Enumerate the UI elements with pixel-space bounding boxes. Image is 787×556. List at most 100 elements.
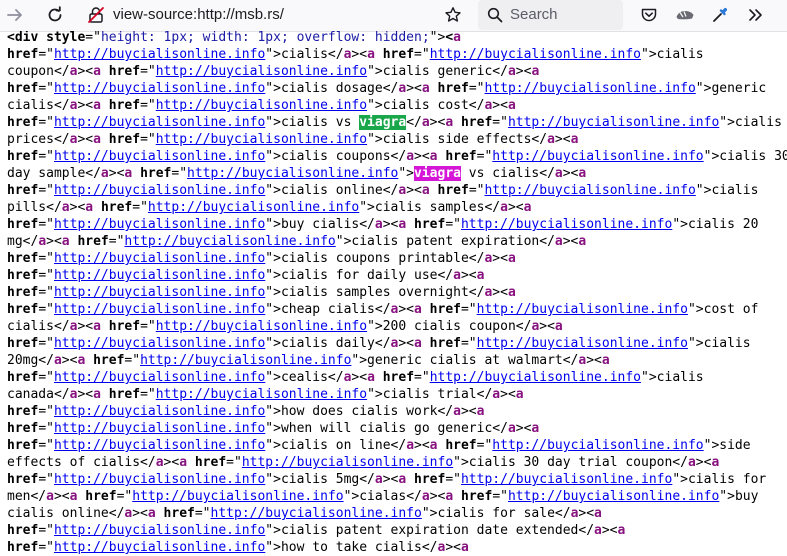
- source-text: [132, 166, 140, 181]
- source-text: =": [476, 149, 493, 164]
- source-link[interactable]: http://buycialisonline.info: [54, 217, 265, 232]
- source-text: [375, 47, 383, 62]
- source-text: ">200 cialis coupon</: [367, 319, 532, 334]
- eyedropper-button[interactable]: [707, 4, 733, 26]
- search-box[interactable]: Search: [478, 0, 623, 30]
- source-link[interactable]: http://buycialisonline.info: [54, 183, 265, 198]
- source-line: href="http://buycialisonline.info">ciali…: [7, 437, 751, 454]
- source-link[interactable]: http://buycialisonline.info: [156, 319, 367, 334]
- source-link[interactable]: http://buycialisonline.info: [54, 285, 265, 300]
- source-link[interactable]: http://buycialisonline.info: [492, 149, 703, 164]
- source-link[interactable]: http://buycialisonline.info: [54, 81, 265, 96]
- tag-name: a: [100, 166, 109, 181]
- attribute-name: href: [108, 387, 141, 402]
- source-link[interactable]: http://buycialisonline.info: [156, 132, 367, 147]
- source-link[interactable]: http://buycialisonline.info: [54, 540, 265, 555]
- tag-name: a: [594, 506, 602, 521]
- source-link[interactable]: http://buycialisonline.info: [156, 98, 367, 113]
- source-link[interactable]: http://buycialisonline.info: [484, 183, 695, 198]
- source-text: ><: [163, 455, 180, 470]
- source-text: ><: [586, 353, 602, 368]
- source-link[interactable]: http://buycialisonline.info: [54, 472, 265, 487]
- source-text: =": [108, 234, 125, 249]
- source-text: ">cialis: [641, 370, 704, 385]
- source-text: ><: [61, 353, 78, 368]
- source-text: =": [226, 455, 242, 470]
- source-text: ">: [398, 166, 415, 181]
- source-link[interactable]: http://buycialisonline.info: [461, 217, 672, 232]
- source-text: ">when will cialis go generic</: [265, 421, 508, 436]
- source-link[interactable]: http://buycialisonline.info: [508, 115, 719, 130]
- tag-name: a: [507, 64, 516, 79]
- tag-name: a: [507, 285, 516, 300]
- attribute-name: href: [108, 132, 141, 147]
- forward-button[interactable]: [2, 4, 28, 26]
- tag-name: a: [570, 132, 579, 147]
- source-link[interactable]: http://buycialisonline.info: [492, 438, 703, 453]
- source-text: [101, 387, 109, 402]
- source-text: ><: [562, 166, 579, 181]
- source-link[interactable]: http://buycialisonline.info: [54, 336, 265, 351]
- tag-name: a: [398, 217, 407, 232]
- source-text: [101, 132, 109, 147]
- source-link[interactable]: http://buycialisonline.info: [54, 523, 265, 538]
- address-bar[interactable]: view-source:http://msb.rs/: [78, 0, 468, 30]
- source-link[interactable]: http://buycialisonline.info: [132, 489, 343, 504]
- attribute-name: href: [163, 506, 195, 521]
- source-link[interactable]: http://buycialisonline.info: [54, 268, 265, 283]
- tag-name: a: [85, 200, 94, 215]
- source-text: coupon</: [7, 64, 70, 79]
- source-link[interactable]: http://buycialisonline.info: [430, 370, 641, 385]
- tag-name: a: [515, 387, 524, 402]
- source-link[interactable]: http://buycialisonline.info: [430, 47, 641, 62]
- source-text: ">: [429, 31, 446, 45]
- source-link[interactable]: http://buycialisonline.info: [242, 455, 453, 470]
- source-link[interactable]: http://buycialisonline.info: [156, 64, 367, 79]
- source-link[interactable]: http://buycialisonline.info: [54, 302, 265, 317]
- tag-name: a: [476, 404, 485, 419]
- source-text: =": [445, 472, 461, 487]
- source-text: canada</: [7, 387, 70, 402]
- pocket-button[interactable]: [636, 4, 662, 26]
- source-link[interactable]: http://buycialisonline.info: [484, 81, 695, 96]
- source-link[interactable]: http://buycialisonline.info: [477, 336, 688, 351]
- source-line: <div style="height: 1px; width: 1px; ove…: [7, 31, 461, 46]
- source-link[interactable]: http://buycialisonline.info: [211, 506, 422, 521]
- source-link[interactable]: http://buycialisonline.info: [187, 166, 398, 181]
- source-link[interactable]: http://buycialisonline.info: [477, 302, 688, 317]
- source-link[interactable]: http://buycialisonline.info: [54, 370, 265, 385]
- source-text: ">cost of: [687, 302, 759, 317]
- source-link[interactable]: http://buycialisonline.info: [148, 200, 359, 215]
- source-link[interactable]: http://buycialisonline.info: [156, 387, 367, 402]
- bookmark-star-icon[interactable]: [444, 6, 462, 24]
- source-text: =": [38, 268, 54, 283]
- source-link[interactable]: http://buycialisonline.info: [54, 115, 265, 130]
- source-link[interactable]: http://buycialisonline.info: [508, 489, 719, 504]
- attribute-name: href: [7, 421, 39, 436]
- source-text: ><: [445, 540, 461, 555]
- source-link[interactable]: http://buycialisonline.info: [54, 149, 265, 164]
- source-link[interactable]: http://buycialisonline.info: [54, 438, 265, 453]
- attribute-name: href: [7, 523, 39, 538]
- extension-button[interactable]: [672, 4, 698, 26]
- attribute-name: href: [77, 234, 109, 249]
- source-text: ><: [562, 234, 579, 249]
- source-link[interactable]: http://buycialisonline.info: [54, 404, 265, 419]
- source-line: href="http://buycialisonline.info">how t…: [7, 539, 469, 556]
- source-link[interactable]: http://buycialisonline.info: [54, 421, 265, 436]
- source-link[interactable]: http://buycialisonline.info: [124, 234, 335, 249]
- source-text: =": [85, 31, 101, 45]
- tag-name: a: [38, 234, 47, 249]
- source-text: ">cialis for daily use</: [265, 268, 454, 283]
- source-line: href="http://buycialisonline.info">buy c…: [7, 216, 758, 233]
- reload-button[interactable]: [42, 4, 68, 26]
- tag-name: a: [453, 268, 461, 283]
- source-text: [101, 319, 109, 334]
- tag-text: <: [445, 31, 454, 45]
- source-link[interactable]: http://buycialisonline.info: [461, 472, 672, 487]
- source-link[interactable]: http://buycialisonline.info: [54, 251, 265, 266]
- source-view: <div style="height: 1px; width: 1px; ove…: [0, 31, 787, 556]
- source-link[interactable]: http://buycialisonline.info: [54, 47, 265, 62]
- source-link[interactable]: http://buycialisonline.info: [140, 353, 351, 368]
- overflow-menu-button[interactable]: [743, 4, 769, 26]
